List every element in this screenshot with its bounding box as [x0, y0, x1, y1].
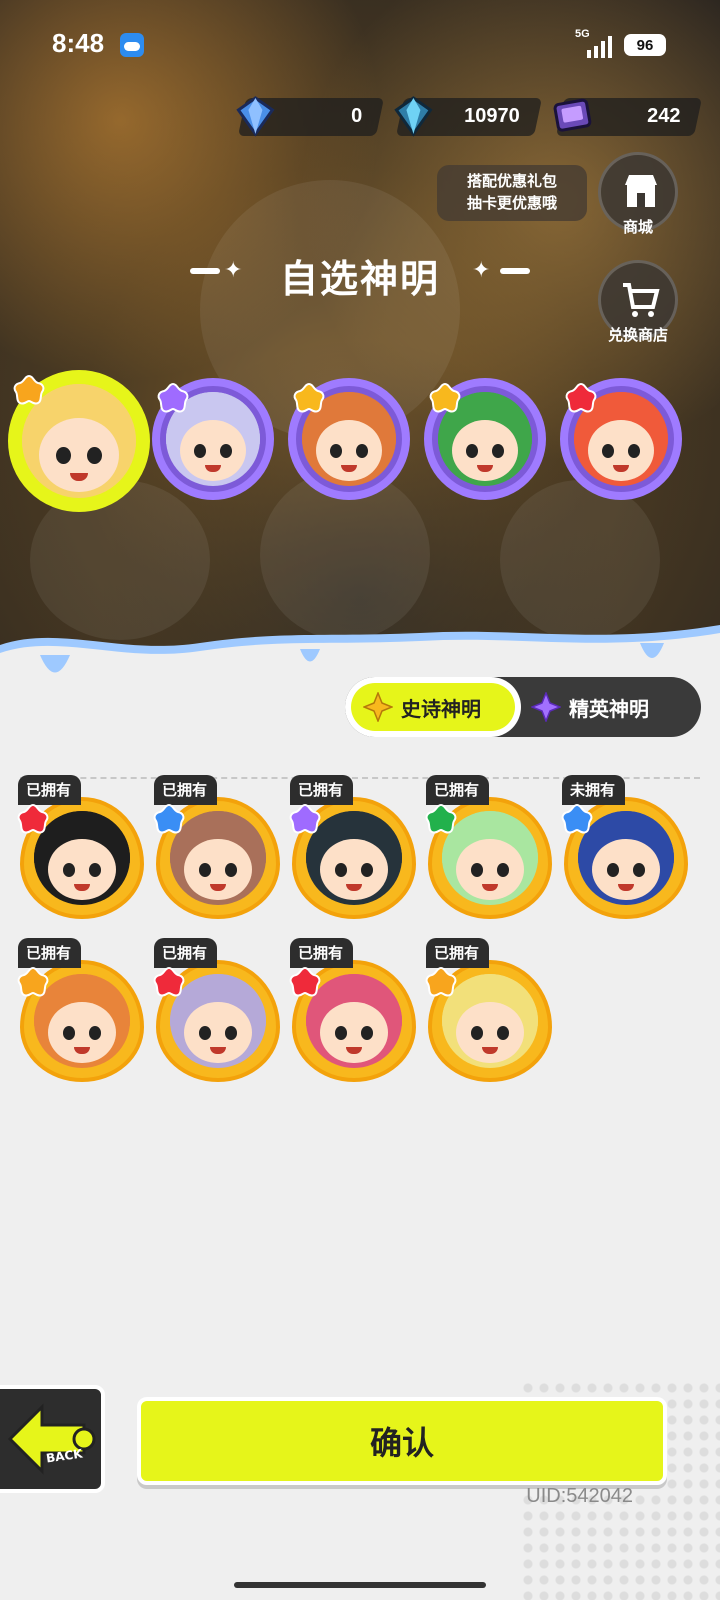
- ticket-icon: [553, 98, 592, 132]
- currency-crystal[interactable]: 10970: [394, 96, 543, 137]
- ownership-status: 已拥有: [154, 938, 218, 968]
- currency-ticket[interactable]: 242: [553, 98, 703, 136]
- rarity-star-icon: [292, 382, 326, 416]
- sparkle-icon: ✦: [472, 258, 491, 283]
- weather-cloud-icon: [120, 33, 144, 57]
- confirm-button[interactable]: 确认: [137, 1397, 667, 1485]
- deity-card[interactable]: 未拥有: [560, 775, 690, 919]
- rarity-star-icon: [16, 803, 50, 837]
- featured-avatar-1[interactable]: [8, 370, 150, 512]
- gem-icon: [236, 96, 275, 137]
- ownership-status: 已拥有: [290, 775, 354, 805]
- promo-line-2: 抽卡更优惠哦: [466, 194, 557, 212]
- rarity-star-icon: [428, 382, 462, 416]
- battery-indicator: 96: [624, 34, 666, 56]
- rarity-star-icon: [288, 803, 322, 837]
- ownership-status: 已拥有: [426, 775, 490, 805]
- ownership-status: 未拥有: [562, 775, 626, 805]
- store-icon: [625, 175, 657, 207]
- signal-bars-icon: [587, 36, 612, 58]
- page-title: 自选神明: [279, 257, 440, 301]
- back-button[interactable]: BACK: [0, 1385, 105, 1493]
- rarity-star-icon: [12, 374, 46, 408]
- ownership-status: 已拥有: [290, 938, 354, 968]
- promo-bubble[interactable]: 搭配优惠礼包 抽卡更优惠哦: [437, 165, 587, 221]
- deity-card[interactable]: 已拥有: [16, 938, 146, 1082]
- rarity-tab-switch: 史诗神明 精英神明: [345, 677, 701, 737]
- rarity-star-icon: [560, 803, 594, 837]
- rarity-star-icon: [156, 382, 190, 416]
- rarity-star-icon: [152, 966, 186, 1000]
- user-id: UID:542042: [526, 1485, 633, 1507]
- exchange-shop-label: 兑换商店: [607, 326, 668, 344]
- gem-count: 0: [350, 105, 363, 127]
- tab-epic[interactable]: 史诗神明: [345, 677, 521, 737]
- deity-card[interactable]: 已拥有: [288, 938, 418, 1082]
- featured-avatar-2[interactable]: [152, 378, 274, 500]
- ownership-status: 已拥有: [426, 938, 490, 968]
- featured-avatar-4[interactable]: [424, 378, 546, 500]
- rarity-star-icon: [152, 803, 186, 837]
- back-arrow-icon: [7, 1403, 96, 1475]
- featured-avatar-3[interactable]: [288, 378, 410, 500]
- status-time: 8:48: [52, 28, 105, 58]
- currency-gem[interactable]: 0: [236, 96, 385, 137]
- home-indicator: [234, 1582, 486, 1588]
- rarity-star-icon: [424, 966, 458, 1000]
- deity-card[interactable]: 已拥有: [152, 775, 282, 919]
- deity-card[interactable]: 已拥有: [288, 775, 418, 919]
- tab-elite-label: 精英神明: [569, 696, 649, 721]
- ticket-count: 242: [646, 105, 681, 127]
- shop-label: 商城: [622, 218, 653, 236]
- tab-epic-label: 史诗神明: [401, 696, 481, 721]
- purple-star-sparkle-icon: [531, 692, 561, 722]
- gold-star-sparkle-icon: [363, 692, 393, 722]
- deity-card[interactable]: 已拥有: [424, 775, 554, 919]
- title-deco-line-right: [500, 268, 530, 274]
- tab-elite[interactable]: 精英神明: [523, 677, 701, 737]
- crystal-count: 10970: [464, 105, 521, 127]
- featured-avatar-5[interactable]: [560, 378, 682, 500]
- shop-button[interactable]: 商城: [598, 152, 678, 236]
- ownership-status: 已拥有: [18, 938, 82, 968]
- rarity-star-icon: [16, 966, 50, 1000]
- ownership-status: 已拥有: [154, 775, 218, 805]
- rarity-star-icon: [288, 966, 322, 1000]
- ownership-status: 已拥有: [18, 775, 82, 805]
- promo-line-1: 搭配优惠礼包: [466, 172, 557, 190]
- rarity-star-icon: [424, 803, 458, 837]
- crystal-icon: [394, 96, 433, 137]
- deity-card[interactable]: 已拥有: [152, 938, 282, 1082]
- deity-card[interactable]: 已拥有: [16, 775, 146, 919]
- rarity-star-icon: [564, 382, 598, 416]
- deity-card[interactable]: 已拥有: [424, 938, 554, 1082]
